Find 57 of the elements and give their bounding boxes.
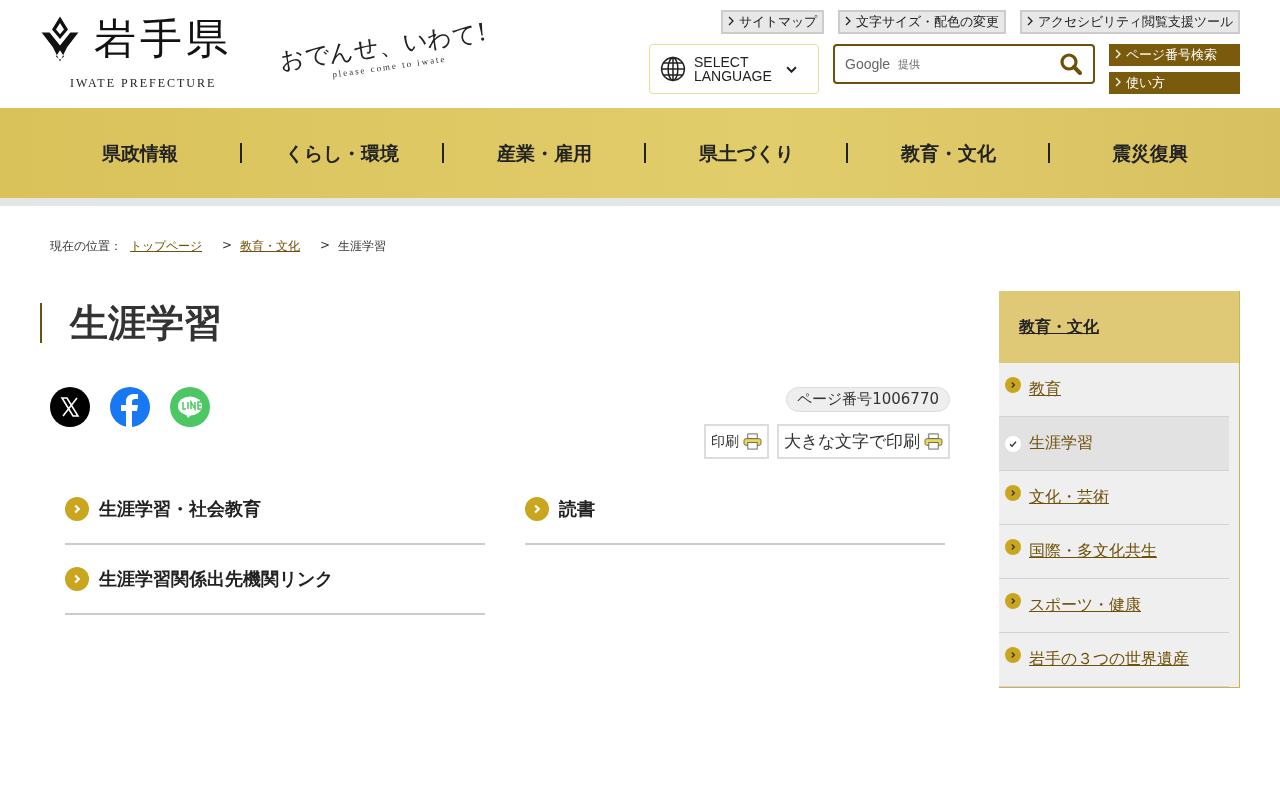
sidebar-heading-link[interactable]: 教育・文化 <box>1019 316 1099 338</box>
site-logo-subtitle: IWATE PREFECTURE <box>70 76 218 91</box>
chevron-right-icon <box>845 16 851 26</box>
sidebar-item[interactable]: 岩手の３つの世界遺産 <box>999 633 1229 687</box>
nav-item[interactable]: 産業・雇用 <box>442 143 644 163</box>
print-button[interactable]: 大きな文字で印刷 <box>777 424 950 459</box>
search-field[interactable]: Google 提供 <box>833 44 1095 84</box>
category-link[interactable]: 生涯学習・社会教育 <box>65 475 485 545</box>
chevron-down-icon <box>786 65 797 73</box>
sidebar-item[interactable]: 国際・多文化共生 <box>999 525 1229 579</box>
chevron-circle-icon <box>1005 646 1021 663</box>
chevron-circle-icon <box>1005 538 1021 555</box>
header-button[interactable]: ページ番号検索 <box>1109 44 1240 66</box>
check-icon <box>1005 435 1021 452</box>
sidebar-item[interactable]: スポーツ・健康 <box>999 579 1229 633</box>
chevron-circle-icon <box>1005 376 1021 393</box>
nav-item[interactable]: 教育・文化 <box>846 143 1048 163</box>
category-link[interactable]: 読書 <box>525 475 945 545</box>
x-share-icon[interactable] <box>50 387 90 427</box>
sidebar-item[interactable]: 生涯学習 <box>999 417 1229 471</box>
print-button[interactable]: 印刷 <box>704 424 769 459</box>
globe-icon <box>660 56 686 82</box>
chevron-right-icon <box>1115 49 1121 59</box>
printer-icon <box>743 433 762 450</box>
sidebar-item[interactable]: 文化・芸術 <box>999 471 1229 525</box>
chevron-circle-icon <box>1005 484 1021 501</box>
search-icon[interactable] <box>1059 52 1083 76</box>
breadcrumb-link[interactable]: 教育・文化 <box>240 238 301 255</box>
breadcrumb-separator: > <box>320 238 331 254</box>
nav-item[interactable]: 県土づくり <box>644 143 846 163</box>
chevron-circle-icon <box>65 567 89 591</box>
facebook-share-icon[interactable] <box>110 387 150 427</box>
nav-item[interactable]: 県政情報 <box>40 143 240 163</box>
chevron-right-icon <box>1115 77 1121 87</box>
google-label: Google <box>845 56 891 72</box>
utility-link[interactable]: 文字サイズ・配色の変更 <box>838 10 1006 34</box>
utility-link[interactable]: アクセシビリティ閲覧支援ツール <box>1020 10 1240 34</box>
page-title: 生涯学習 <box>40 303 950 343</box>
utility-link[interactable]: サイトマップ <box>721 10 824 34</box>
language-select[interactable]: SELECT LANGUAGE <box>649 44 819 94</box>
printer-icon <box>924 433 943 450</box>
site-logo-title[interactable]: 岩手県 <box>94 11 232 67</box>
breadcrumb-label: 現在の位置： <box>50 238 122 255</box>
breadcrumb-current: 生涯学習 <box>338 238 387 255</box>
breadcrumb-link[interactable]: トップページ <box>130 238 202 255</box>
nav-item[interactable]: くらし・環境 <box>240 143 442 163</box>
chevron-circle-icon <box>1005 592 1021 609</box>
chevron-circle-icon <box>525 497 549 521</box>
provided-label: 提供 <box>898 56 921 72</box>
chevron-right-icon <box>728 16 734 26</box>
category-link[interactable]: 生涯学習関係出先機関リンク <box>65 545 485 615</box>
nav-item[interactable]: 震災復興 <box>1048 143 1250 163</box>
header-button[interactable]: 使い方 <box>1109 72 1240 94</box>
page-number-badge: ページ番号1006770 <box>786 387 950 412</box>
chevron-circle-icon <box>65 497 89 521</box>
chevron-right-icon <box>1027 16 1033 26</box>
breadcrumb-separator: > <box>222 238 233 254</box>
